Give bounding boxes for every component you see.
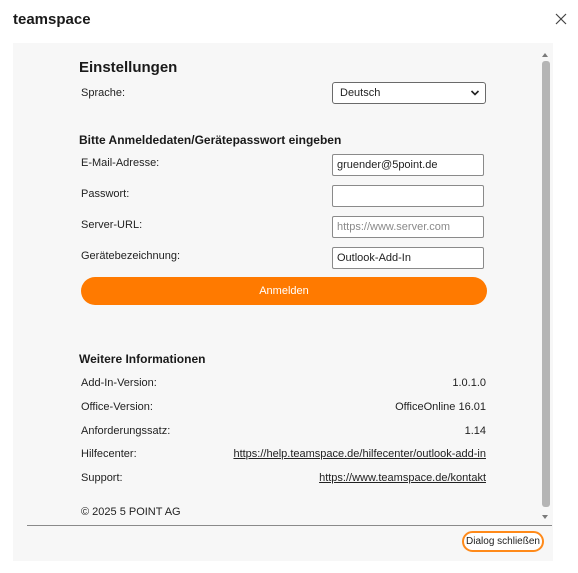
dialog-content: Einstellungen Sprache: Deutsch Bitte Anm… xyxy=(13,43,540,525)
app-title: teamspace xyxy=(13,11,91,28)
addin-version-value: 1.0.1.0 xyxy=(452,377,486,389)
language-select-value: Deutsch xyxy=(340,87,381,99)
copyright: © 2025 5 POINT AG xyxy=(81,506,181,518)
addin-version-label: Add-In-Version: xyxy=(81,377,157,389)
footer-divider xyxy=(27,525,552,526)
password-field[interactable] xyxy=(332,185,484,207)
email-label: E-Mail-Adresse: xyxy=(81,157,160,169)
device-name-label: Gerätebezeichnung: xyxy=(81,250,181,262)
scroll-up-arrow-icon[interactable] xyxy=(542,53,548,57)
requirement-set-label: Anforderungssatz: xyxy=(81,425,171,437)
server-url-label: Server-URL: xyxy=(81,219,143,231)
password-label: Passwort: xyxy=(81,188,130,200)
support-link[interactable]: https://www.teamspace.de/kontakt xyxy=(319,472,486,484)
login-button[interactable]: Anmelden xyxy=(81,277,487,305)
language-label: Sprache: xyxy=(81,87,126,99)
requirement-set-value: 1.14 xyxy=(464,425,486,437)
office-version-value: OfficeOnline 16.01 xyxy=(395,401,486,413)
settings-heading: Einstellungen xyxy=(79,59,178,76)
close-icon[interactable] xyxy=(553,11,569,27)
close-dialog-button[interactable]: Dialog schließen xyxy=(462,531,544,552)
vertical-scrollbar[interactable] xyxy=(540,49,552,525)
scroll-thumb[interactable] xyxy=(542,61,550,507)
office-version-label: Office-Version: xyxy=(81,401,153,413)
login-heading: Bitte Anmeldedaten/Gerätepasswort eingeb… xyxy=(79,133,342,147)
server-url-field[interactable] xyxy=(332,216,484,238)
device-name-field[interactable] xyxy=(332,247,484,269)
email-field[interactable] xyxy=(332,154,484,176)
chevron-down-icon xyxy=(470,90,480,96)
info-heading: Weitere Informationen xyxy=(79,352,206,366)
help-center-link[interactable]: https://help.teamspace.de/hilfecenter/ou… xyxy=(233,448,486,460)
settings-dialog: Einstellungen Sprache: Deutsch Bitte Anm… xyxy=(13,43,553,561)
support-label: Support: xyxy=(81,472,123,484)
title-bar: teamspace xyxy=(0,0,578,42)
language-select[interactable]: Deutsch xyxy=(332,82,486,104)
scroll-down-arrow-icon[interactable] xyxy=(542,515,548,519)
help-center-label: Hilfecenter: xyxy=(81,448,137,460)
